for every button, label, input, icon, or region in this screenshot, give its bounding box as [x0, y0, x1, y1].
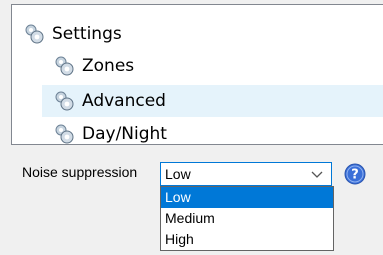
svg-text:?: ? — [351, 168, 359, 183]
gear-cluster-icon — [55, 91, 74, 111]
tree-item-label: Zones — [82, 56, 135, 76]
select-current-value: Low — [165, 166, 191, 182]
tree-item-label: Settings — [52, 24, 122, 44]
tree-item-advanced[interactable]: Advanced — [42, 85, 383, 117]
option-high[interactable]: High — [161, 229, 333, 250]
tree-item-day-night[interactable]: Day/Night — [52, 119, 167, 149]
tree-item-label: Advanced — [82, 91, 166, 111]
tree-item-settings[interactable]: Settings — [22, 19, 122, 49]
settings-tree: Settings Zones Advanced Day/Night — [11, 4, 383, 145]
option-medium[interactable]: Medium — [161, 208, 333, 229]
noise-suppression-dropdown-list: Low Medium High — [160, 186, 334, 251]
gear-cluster-icon — [55, 124, 74, 144]
question-circle-icon[interactable]: ? — [344, 163, 366, 185]
chevron-down-icon[interactable] — [307, 164, 327, 184]
tree-item-zones[interactable]: Zones — [52, 51, 134, 81]
option-low[interactable]: Low — [161, 187, 333, 208]
tree-item-label: Day/Night — [82, 124, 167, 144]
gear-cluster-icon — [55, 56, 74, 76]
noise-suppression-select[interactable]: Low — [160, 162, 332, 186]
noise-suppression-label: Noise suppression — [22, 164, 138, 180]
gear-cluster-icon — [25, 24, 44, 44]
